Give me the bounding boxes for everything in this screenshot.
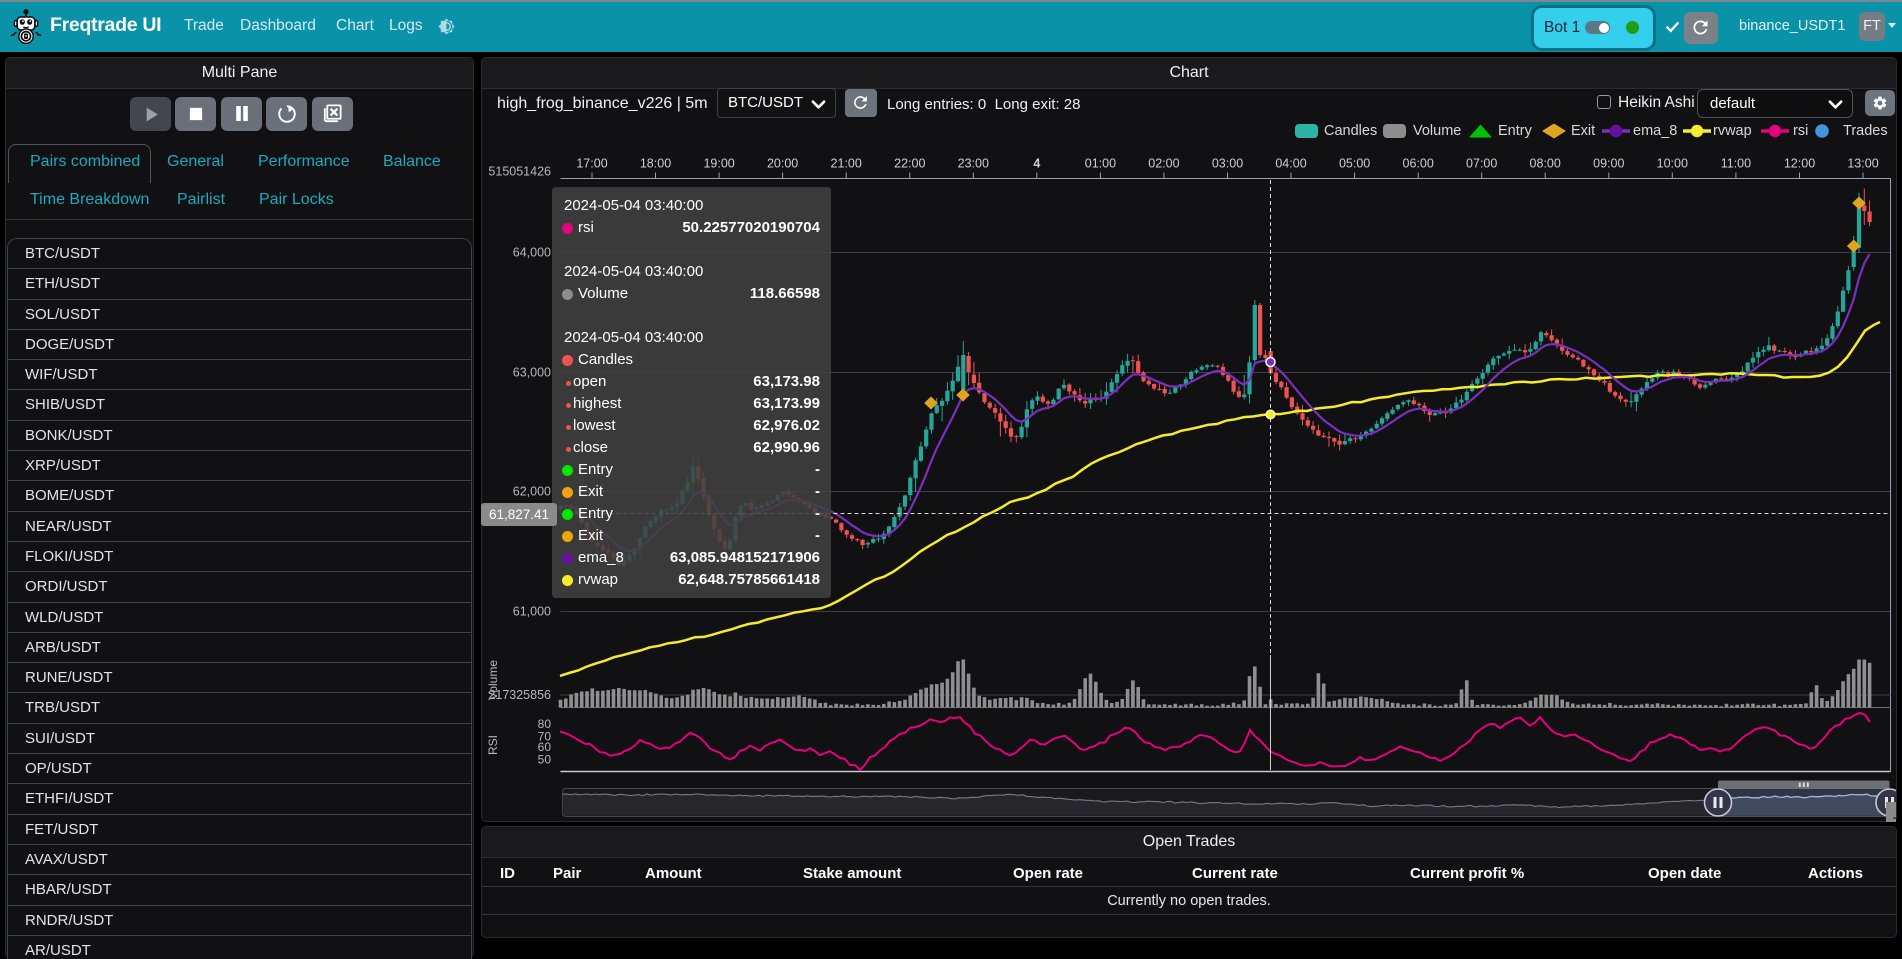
svg-text:20:00: 20:00	[767, 157, 798, 171]
svg-text:04:00: 04:00	[1275, 157, 1306, 171]
svg-text:03:00: 03:00	[1212, 157, 1243, 171]
svg-text:17:00: 17:00	[576, 157, 607, 171]
svg-text:RSI: RSI	[486, 735, 500, 755]
svg-text:09:00: 09:00	[1593, 157, 1624, 171]
svg-text:63,000: 63,000	[513, 366, 551, 380]
svg-text:08:00: 08:00	[1530, 157, 1561, 171]
svg-text:11:00: 11:00	[1721, 157, 1751, 171]
svg-text:23:00: 23:00	[958, 157, 989, 171]
svg-text:22:00: 22:00	[894, 157, 925, 171]
svg-text:21:00: 21:00	[831, 157, 862, 171]
svg-text:64,000: 64,000	[513, 246, 551, 260]
svg-text:515051426: 515051426	[488, 165, 551, 179]
svg-text:Volume: Volume	[486, 660, 500, 700]
svg-text:62,000: 62,000	[513, 485, 551, 499]
svg-text:61,000: 61,000	[513, 605, 551, 619]
svg-text:50: 50	[538, 753, 552, 767]
svg-text:13:00: 13:00	[1847, 157, 1878, 171]
svg-text:10:00: 10:00	[1657, 157, 1688, 171]
svg-text:07:00: 07:00	[1466, 157, 1497, 171]
svg-text:05:00: 05:00	[1339, 157, 1370, 171]
svg-text:18:00: 18:00	[640, 157, 671, 171]
svg-text:02:00: 02:00	[1148, 157, 1179, 171]
svg-text:4: 4	[1033, 157, 1040, 171]
svg-text:01:00: 01:00	[1085, 157, 1116, 171]
svg-text:12:00: 12:00	[1784, 157, 1815, 171]
svg-text:19:00: 19:00	[703, 157, 734, 171]
svg-text:06:00: 06:00	[1403, 157, 1434, 171]
